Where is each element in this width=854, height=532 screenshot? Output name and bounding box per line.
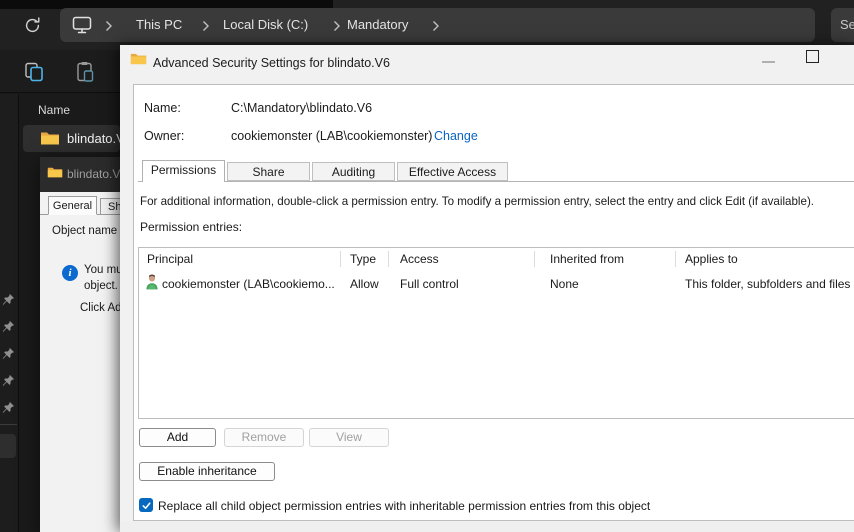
permission-entries-label: Permission entries: — [140, 220, 243, 234]
permission-entries-table: Principal Type Access Inherited from App… — [138, 247, 854, 419]
properties-dialog: blindato.V General Sha Object name i You… — [40, 157, 120, 532]
pin-icon[interactable] — [2, 401, 15, 414]
breadcrumb[interactable]: This PC Local Disk (C:) Mandatory — [60, 8, 815, 42]
owner-value: cookiemonster (LAB\cookiemonster) — [231, 129, 433, 143]
enable-inheritance-button[interactable]: Enable inheritance — [139, 462, 275, 481]
dialog-titlebar[interactable]: Advanced Security Settings for blindato.… — [120, 45, 854, 84]
maximize-icon[interactable] — [806, 50, 819, 63]
tab-general[interactable]: General — [48, 196, 97, 215]
tab-effective-access[interactable]: Effective Access — [397, 162, 508, 181]
nav-divider — [0, 424, 17, 425]
props-info-text-line1: You mus — [84, 264, 120, 276]
dialog-footer — [120, 521, 854, 532]
name-value: C:\Mandatory\blindato.V6 — [231, 101, 373, 115]
dialog-content-panel: Name: C:\Mandatory\blindato.V6 Owner: co… — [133, 84, 854, 521]
breadcrumb-this-pc[interactable]: This PC — [136, 16, 182, 34]
remove-button[interactable]: Remove — [224, 428, 304, 447]
advanced-security-dialog: Advanced Security Settings for blindato.… — [120, 45, 854, 532]
file-name: blindato.V6 — [67, 131, 120, 146]
view-button[interactable]: View — [309, 428, 389, 447]
dialog-tabs: Permissions Share Auditing Effective Acc… — [138, 160, 854, 182]
this-pc-icon[interactable] — [72, 16, 92, 39]
column-divider — [534, 251, 535, 267]
breadcrumb-local-disk[interactable]: Local Disk (C:) — [223, 16, 308, 34]
column-divider — [388, 251, 389, 267]
column-header-principal[interactable]: Principal — [147, 252, 193, 266]
minimize-icon[interactable] — [762, 61, 775, 63]
properties-dialog-titlebar: blindato.V — [40, 157, 120, 192]
cell-principal[interactable]: cookiemonster (LAB\cookiemo... — [162, 277, 335, 291]
replace-permissions-checkbox[interactable] — [139, 498, 153, 512]
tab-sharing[interactable]: Sha — [100, 198, 120, 215]
cell-applies-to[interactable]: This folder, subfolders and files — [685, 277, 850, 291]
chevron-right-icon[interactable] — [333, 19, 341, 37]
dialog-info-text: For additional information, double-click… — [140, 195, 815, 208]
screen: This PC Local Disk (C:) Mandatory Sea — [0, 0, 854, 532]
dialog-title: Advanced Security Settings for blindato.… — [153, 56, 390, 70]
column-header-access[interactable]: Access — [400, 252, 439, 266]
nav-selected-item[interactable] — [0, 434, 16, 458]
props-info-text-line3: Click Ad — [80, 302, 120, 314]
chevron-right-icon[interactable] — [202, 19, 210, 37]
file-row-selected[interactable]: blindato.V6 — [23, 125, 120, 152]
name-label: Name: — [144, 101, 181, 115]
add-button[interactable]: Add — [139, 428, 216, 447]
replace-permissions-label: Replace all child object permission entr… — [158, 499, 651, 513]
properties-dialog-body: General Sha Object name i You mus object… — [40, 192, 120, 532]
change-owner-link[interactable]: Change — [434, 129, 478, 143]
cell-type[interactable]: Allow — [350, 277, 379, 291]
info-icon: i — [62, 265, 78, 281]
pin-icon[interactable] — [2, 347, 15, 360]
tab-divider — [138, 181, 854, 182]
navigation-pane — [0, 94, 19, 532]
search-input[interactable]: Sea — [831, 8, 854, 42]
file-list-name-header[interactable]: Name — [38, 103, 70, 117]
pin-icon[interactable] — [2, 374, 15, 387]
refresh-icon[interactable] — [20, 13, 44, 37]
folder-icon — [47, 166, 63, 184]
owner-label: Owner: — [144, 129, 185, 143]
tab-auditing[interactable]: Auditing — [312, 162, 395, 181]
pin-icon[interactable] — [2, 293, 15, 306]
folder-icon — [40, 130, 60, 152]
properties-dialog-title: blindato.V — [67, 167, 120, 181]
explorer-command-bar — [0, 50, 120, 93]
breadcrumb-mandatory[interactable]: Mandatory — [347, 16, 408, 34]
paste-icon[interactable] — [73, 60, 97, 84]
tab-permissions[interactable]: Permissions — [142, 160, 225, 182]
copy-icon[interactable] — [22, 60, 46, 84]
object-name-label: Object name — [52, 225, 118, 237]
column-divider — [675, 251, 676, 267]
column-header-type[interactable]: Type — [350, 252, 376, 266]
cell-inherited-from[interactable]: None — [550, 277, 579, 291]
chevron-right-icon[interactable] — [432, 19, 440, 37]
pin-icon[interactable] — [2, 320, 15, 333]
column-header-inherited-from[interactable]: Inherited from — [550, 252, 624, 266]
cell-access[interactable]: Full control — [400, 277, 459, 291]
column-header-applies-to[interactable]: Applies to — [685, 252, 738, 266]
user-icon — [145, 274, 159, 295]
chevron-right-icon — [105, 19, 113, 37]
explorer-address-bar: This PC Local Disk (C:) Mandatory Sea — [0, 0, 854, 50]
tab-share[interactable]: Share — [227, 162, 310, 181]
props-info-text-line2: object. — [84, 280, 118, 292]
folder-icon — [130, 52, 147, 71]
column-divider — [340, 251, 341, 267]
